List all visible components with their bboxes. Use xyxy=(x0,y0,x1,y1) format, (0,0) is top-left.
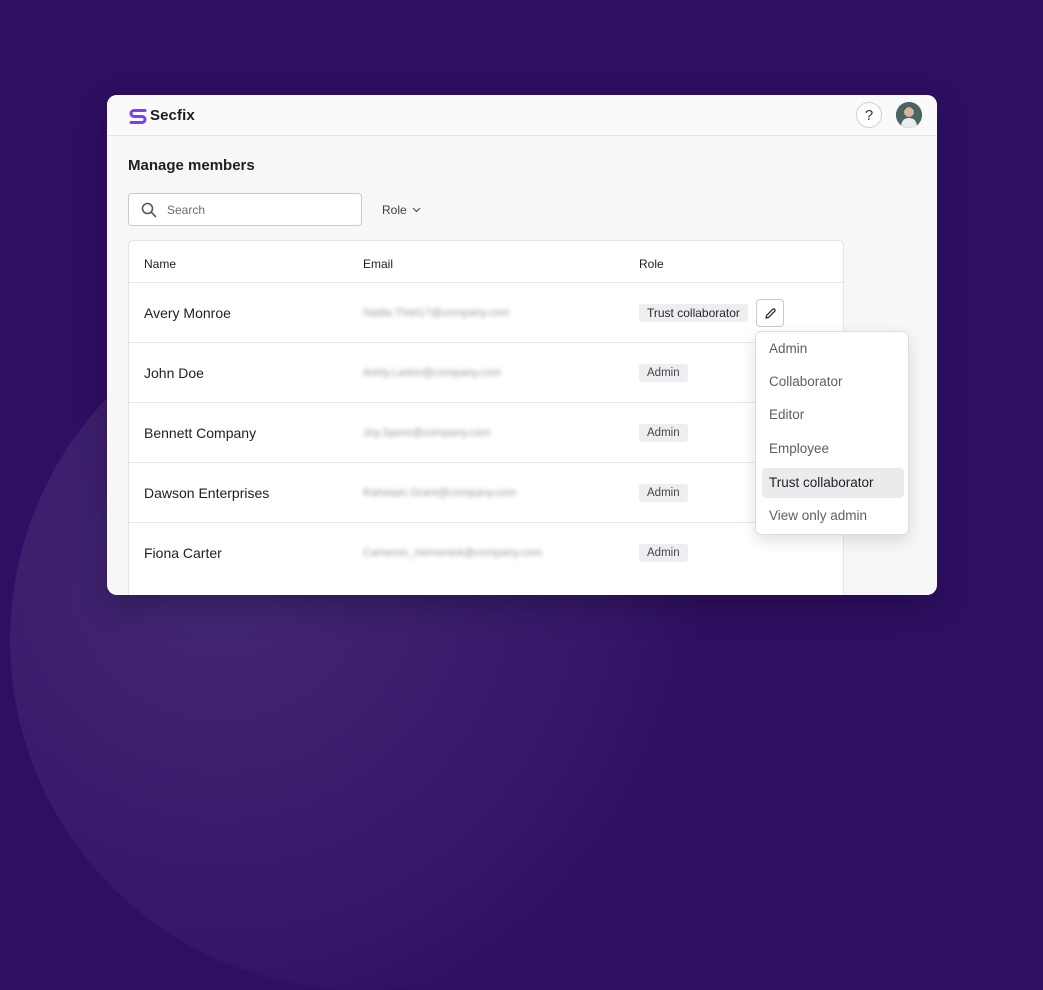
user-avatar[interactable] xyxy=(896,102,922,128)
edit-role-button[interactable] xyxy=(756,299,784,327)
role-badge: Admin xyxy=(639,424,688,442)
member-name: John Doe xyxy=(144,365,204,381)
role-badge: Admin xyxy=(639,484,688,502)
role-option-trust-collaborator[interactable]: Trust collaborator xyxy=(762,468,904,498)
secfix-logo-icon xyxy=(129,108,147,124)
member-name: Bennett Company xyxy=(144,425,257,441)
member-email: Ashly.Larkin@company.com xyxy=(363,367,501,379)
member-name: Fiona Carter xyxy=(144,545,222,561)
avatar-icon xyxy=(896,102,922,128)
role-badge: Trust collaborator xyxy=(639,304,748,322)
app-name: Secfix xyxy=(150,107,195,124)
table-row[interactable]: Dawson Enterprises Rahsaan.Grant@company… xyxy=(129,462,843,523)
role-badge: Admin xyxy=(639,544,688,562)
pencil-icon xyxy=(764,307,776,319)
chevron-down-icon xyxy=(412,207,421,213)
member-email: Cameron_Homenick@company.com xyxy=(363,547,543,559)
secfix-logo[interactable]: Secfix xyxy=(128,107,195,124)
column-header-email: Email xyxy=(363,257,394,271)
role-option-view-only-admin[interactable]: View only admin xyxy=(762,501,904,531)
role-filter-dropdown[interactable]: Role xyxy=(382,203,421,217)
search-box[interactable] xyxy=(128,193,362,226)
member-email: Rahsaan.Grant@company.com xyxy=(363,487,517,499)
search-icon xyxy=(141,202,157,217)
question-icon: ? xyxy=(864,106,874,124)
role-option-collaborator[interactable]: Collaborator xyxy=(762,367,904,397)
member-name: Avery Monroe xyxy=(144,305,231,321)
table-row[interactable]: John Doe Ashly.Larkin@company.com Admin xyxy=(129,342,843,403)
help-button[interactable]: ? xyxy=(856,102,882,128)
members-table: Name Email Role Avery Monroe Nadia.Thiel… xyxy=(128,240,844,595)
column-header-role: Role xyxy=(639,257,664,271)
member-name: Dawson Enterprises xyxy=(144,485,270,501)
search-input[interactable] xyxy=(165,201,339,218)
top-bar: Secfix ? xyxy=(107,95,937,136)
role-select-menu: Admin Collaborator Editor Employee Trust… xyxy=(755,331,909,535)
member-email: Joy.Spore@company.com xyxy=(363,427,491,439)
role-option-employee[interactable]: Employee xyxy=(762,434,904,464)
role-option-editor[interactable]: Editor xyxy=(762,400,904,430)
table-row[interactable]: Fiona Carter Cameron_Homenick@company.co… xyxy=(129,522,843,583)
table-row[interactable]: Avery Monroe Nadia.Thiel17@company.com T… xyxy=(129,282,843,343)
column-header-name: Name xyxy=(144,257,177,271)
role-filter-label: Role xyxy=(382,203,407,217)
table-row[interactable]: Bennett Company Joy.Spore@company.com Ad… xyxy=(129,402,843,463)
role-badge: Admin xyxy=(639,364,688,382)
role-option-admin[interactable]: Admin xyxy=(762,334,904,364)
page-title: Manage members xyxy=(128,157,255,174)
member-email: Nadia.Thiel17@company.com xyxy=(363,307,510,319)
